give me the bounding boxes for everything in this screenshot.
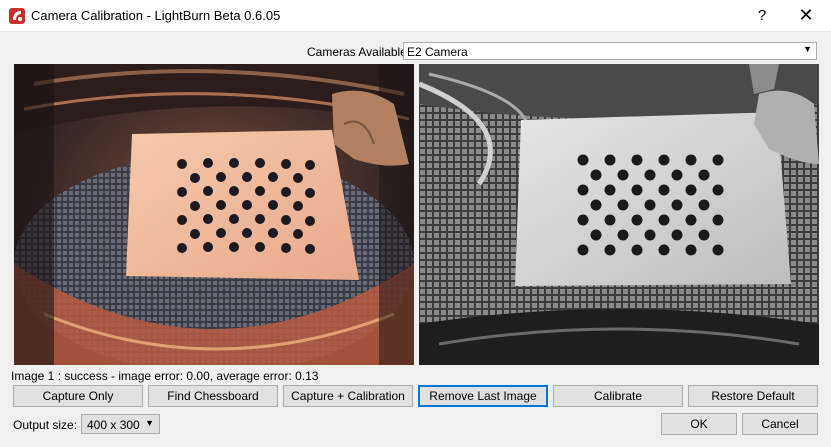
- camera-select[interactable]: E2 Camera ▼: [403, 42, 817, 60]
- remove-last-image-button[interactable]: Remove Last Image: [418, 385, 548, 407]
- cameras-available-label: Cameras Available:: [307, 45, 411, 59]
- calibrate-button[interactable]: Calibrate: [553, 385, 683, 407]
- capture-only-button[interactable]: Capture Only: [13, 385, 143, 407]
- title-bar: Camera Calibration - LightBurn Beta 0.6.…: [0, 0, 831, 32]
- help-button[interactable]: ?: [740, 0, 784, 31]
- output-size-select[interactable]: 400 x 300 ▼: [81, 414, 160, 434]
- close-button[interactable]: ✕: [784, 0, 828, 31]
- calibration-status-text: Image 1 : success - image error: 0.00, a…: [11, 369, 319, 383]
- chevron-down-icon: ▼: [803, 44, 812, 54]
- window-title: Camera Calibration - LightBurn Beta 0.6.…: [31, 8, 281, 23]
- corrected-camera-image: [419, 64, 819, 365]
- lightburn-logo-icon: [9, 8, 25, 24]
- camera-select-value: E2 Camera: [407, 45, 468, 59]
- capture-calibration-button[interactable]: Capture + Calibration: [283, 385, 413, 407]
- chevron-down-icon: ▼: [145, 418, 154, 428]
- output-size-value: 400 x 300: [87, 418, 140, 432]
- cancel-button[interactable]: Cancel: [742, 413, 818, 435]
- output-size-label: Output size:: [13, 418, 78, 432]
- find-chessboard-button[interactable]: Find Chessboard: [148, 385, 278, 407]
- raw-camera-image: [14, 64, 414, 365]
- restore-default-button[interactable]: Restore Default: [688, 385, 818, 407]
- ok-button[interactable]: OK: [661, 413, 737, 435]
